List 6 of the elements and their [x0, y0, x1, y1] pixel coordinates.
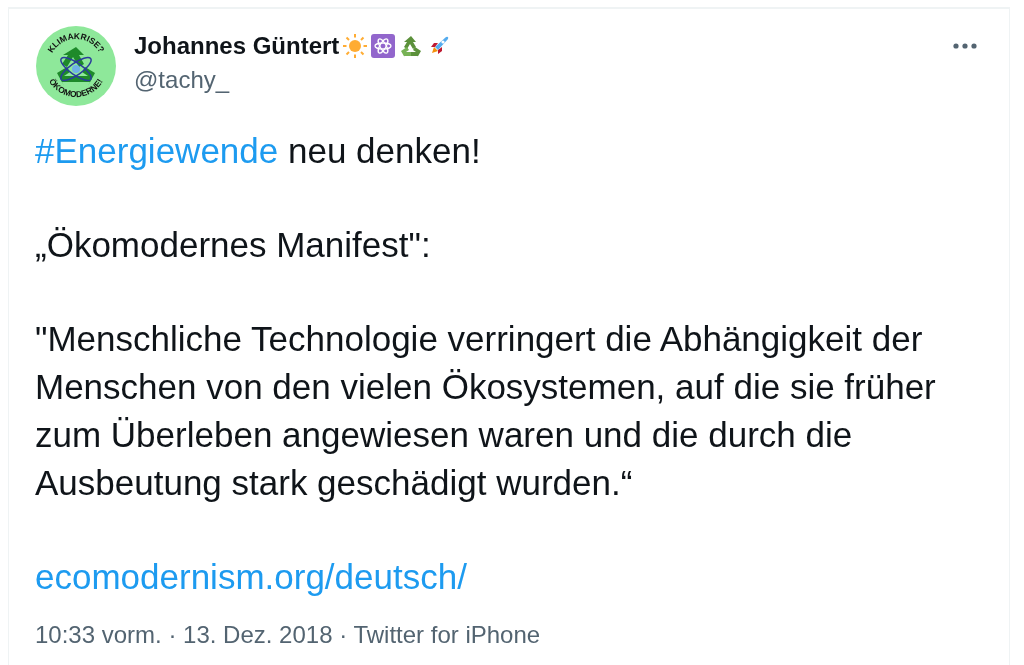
- tweet-quote: "Menschliche Technologie verringert die Abhängigkeit der Menschen von den vielen Ökosystemen, auf die sie früher zum Überleben angewiesen waren und die durch die Ausbeutung stark geschädigt wurden.“: [35, 318, 937, 504]
- tweet-meta: 10:33 vorm. · 13. Dez. 2018 · Twitter for iPhone: [35, 621, 542, 649]
- author-handle[interactable]: @tachy_: [134, 66, 452, 94]
- author-name[interactable]: Johannes Güntert: [134, 32, 340, 60]
- tweet-headline: #Energiewende neu denken!: [35, 130, 482, 172]
- tweet-title: „Ökomodernes Manifest":: [35, 224, 432, 266]
